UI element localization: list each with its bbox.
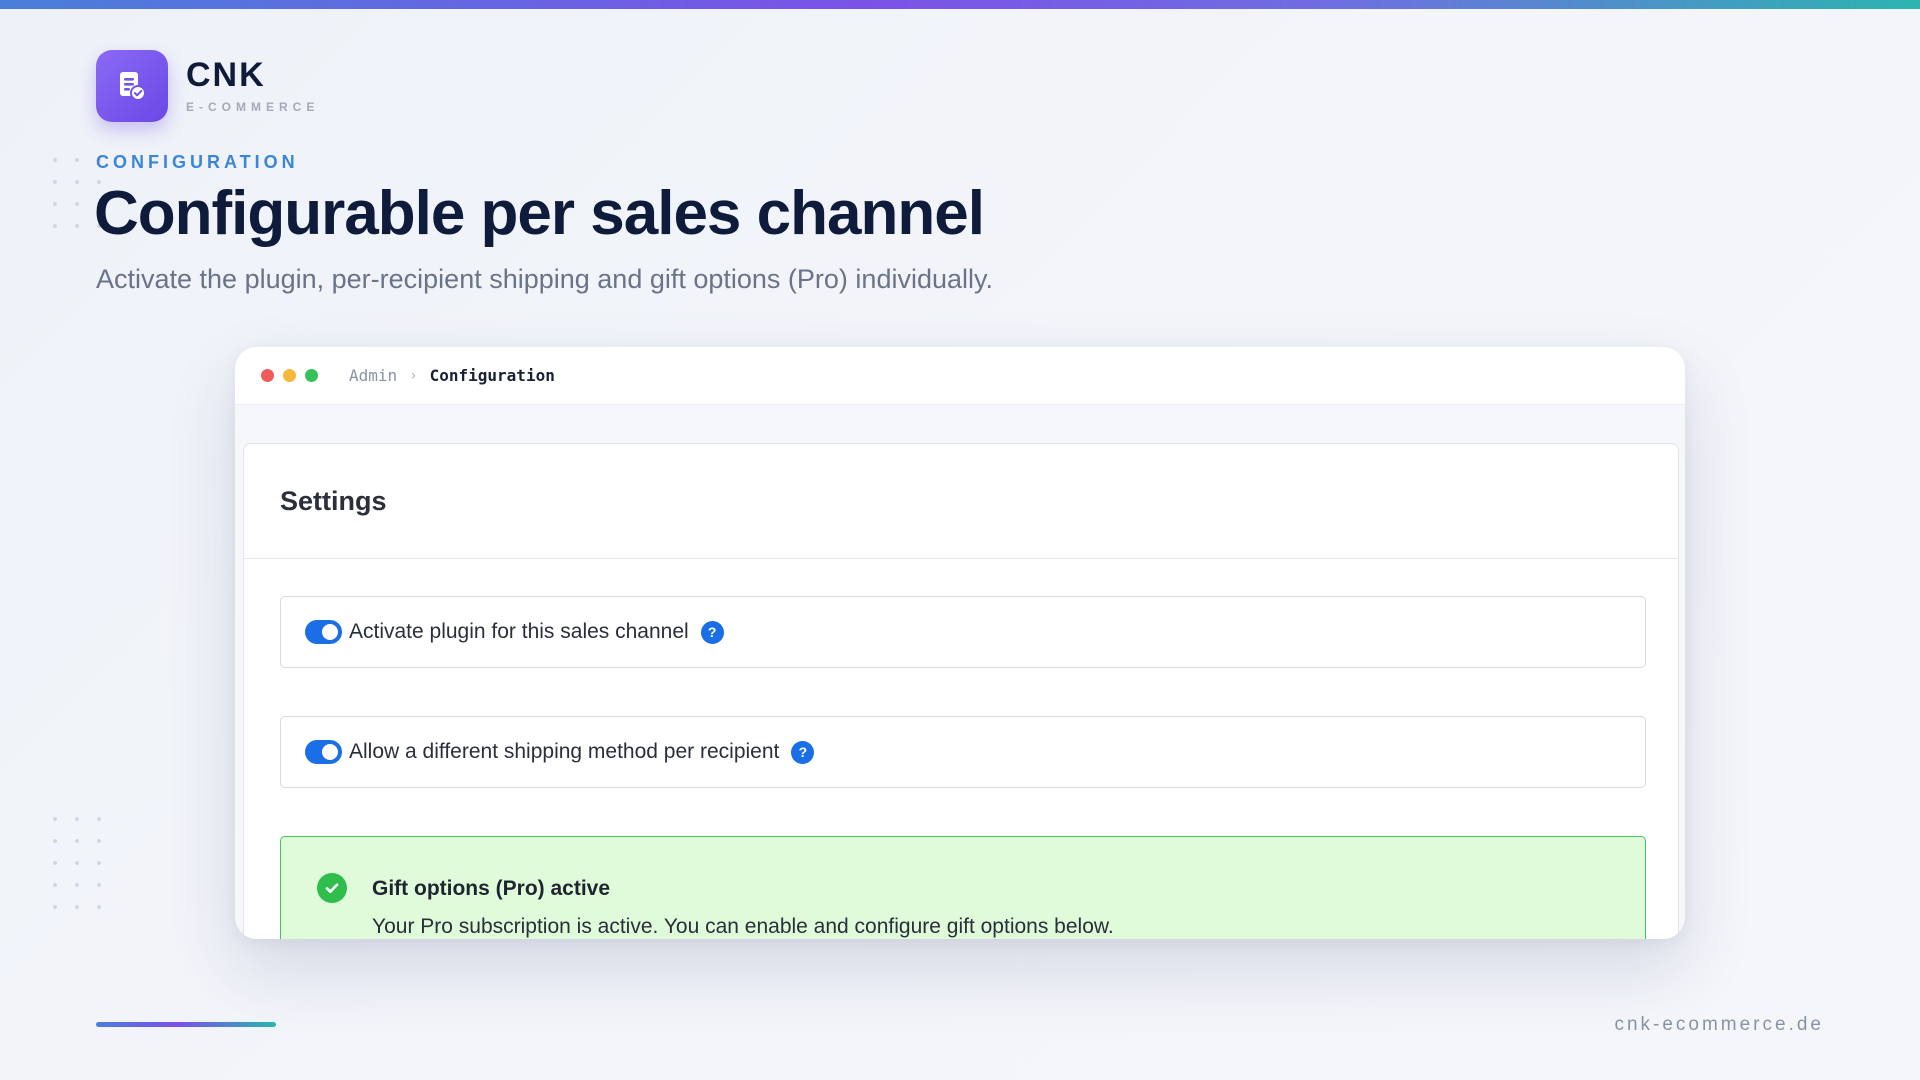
window-close-dot [261,369,274,382]
top-gradient-bar [0,0,1920,9]
brand-name: CNK [186,56,266,94]
shipping-per-recipient-toggle[interactable] [305,740,342,764]
document-check-icon [96,50,168,122]
activate-plugin-label: Activate plugin for this sales channel [349,620,689,643]
settings-title: Settings [280,485,387,516]
breadcrumb-configuration: Configuration [429,366,555,385]
brand-logo: CNK E-COMMERCE [96,50,319,122]
footer-url: cnk-ecommerce.de [1614,1014,1824,1035]
decorative-dot-grid [53,817,101,909]
setting-row-activate-plugin: Activate plugin for this sales channel ? [280,596,1646,668]
help-icon[interactable]: ? [791,740,815,764]
window-minimize-dot [283,369,296,382]
breadcrumb: Admin › Configuration [349,366,555,385]
brand-tagline: E-COMMERCE [186,100,320,114]
footer-accent-line [96,1022,276,1027]
gift-options-alert: Gift options (Pro) active Your Pro subsc… [280,836,1646,939]
shipping-per-recipient-label: Allow a different shipping method per re… [349,740,780,763]
page-subtitle: Activate the plugin, per-recipient shipp… [96,264,993,294]
breadcrumb-admin[interactable]: Admin [349,366,397,385]
section-eyebrow: CONFIGURATION [96,152,299,172]
alert-text: Your Pro subscription is active. You can… [372,915,1114,938]
settings-card-header: Settings [244,444,1678,559]
setting-row-shipping-per-recipient: Allow a different shipping method per re… [280,716,1646,788]
chevron-right-icon: › [409,367,418,384]
activate-plugin-toggle[interactable] [305,620,342,644]
alert-title: Gift options (Pro) active [372,877,611,900]
page-title: Configurable per sales channel [94,179,985,248]
help-icon[interactable]: ? [700,620,724,644]
window-titlebar: Admin › Configuration [235,347,1685,405]
check-circle-icon [317,873,347,903]
admin-window: Admin › Configuration Settings Activate … [235,347,1685,939]
settings-card: Settings Activate plugin for this sales … [243,443,1679,939]
window-maximize-dot [305,369,318,382]
